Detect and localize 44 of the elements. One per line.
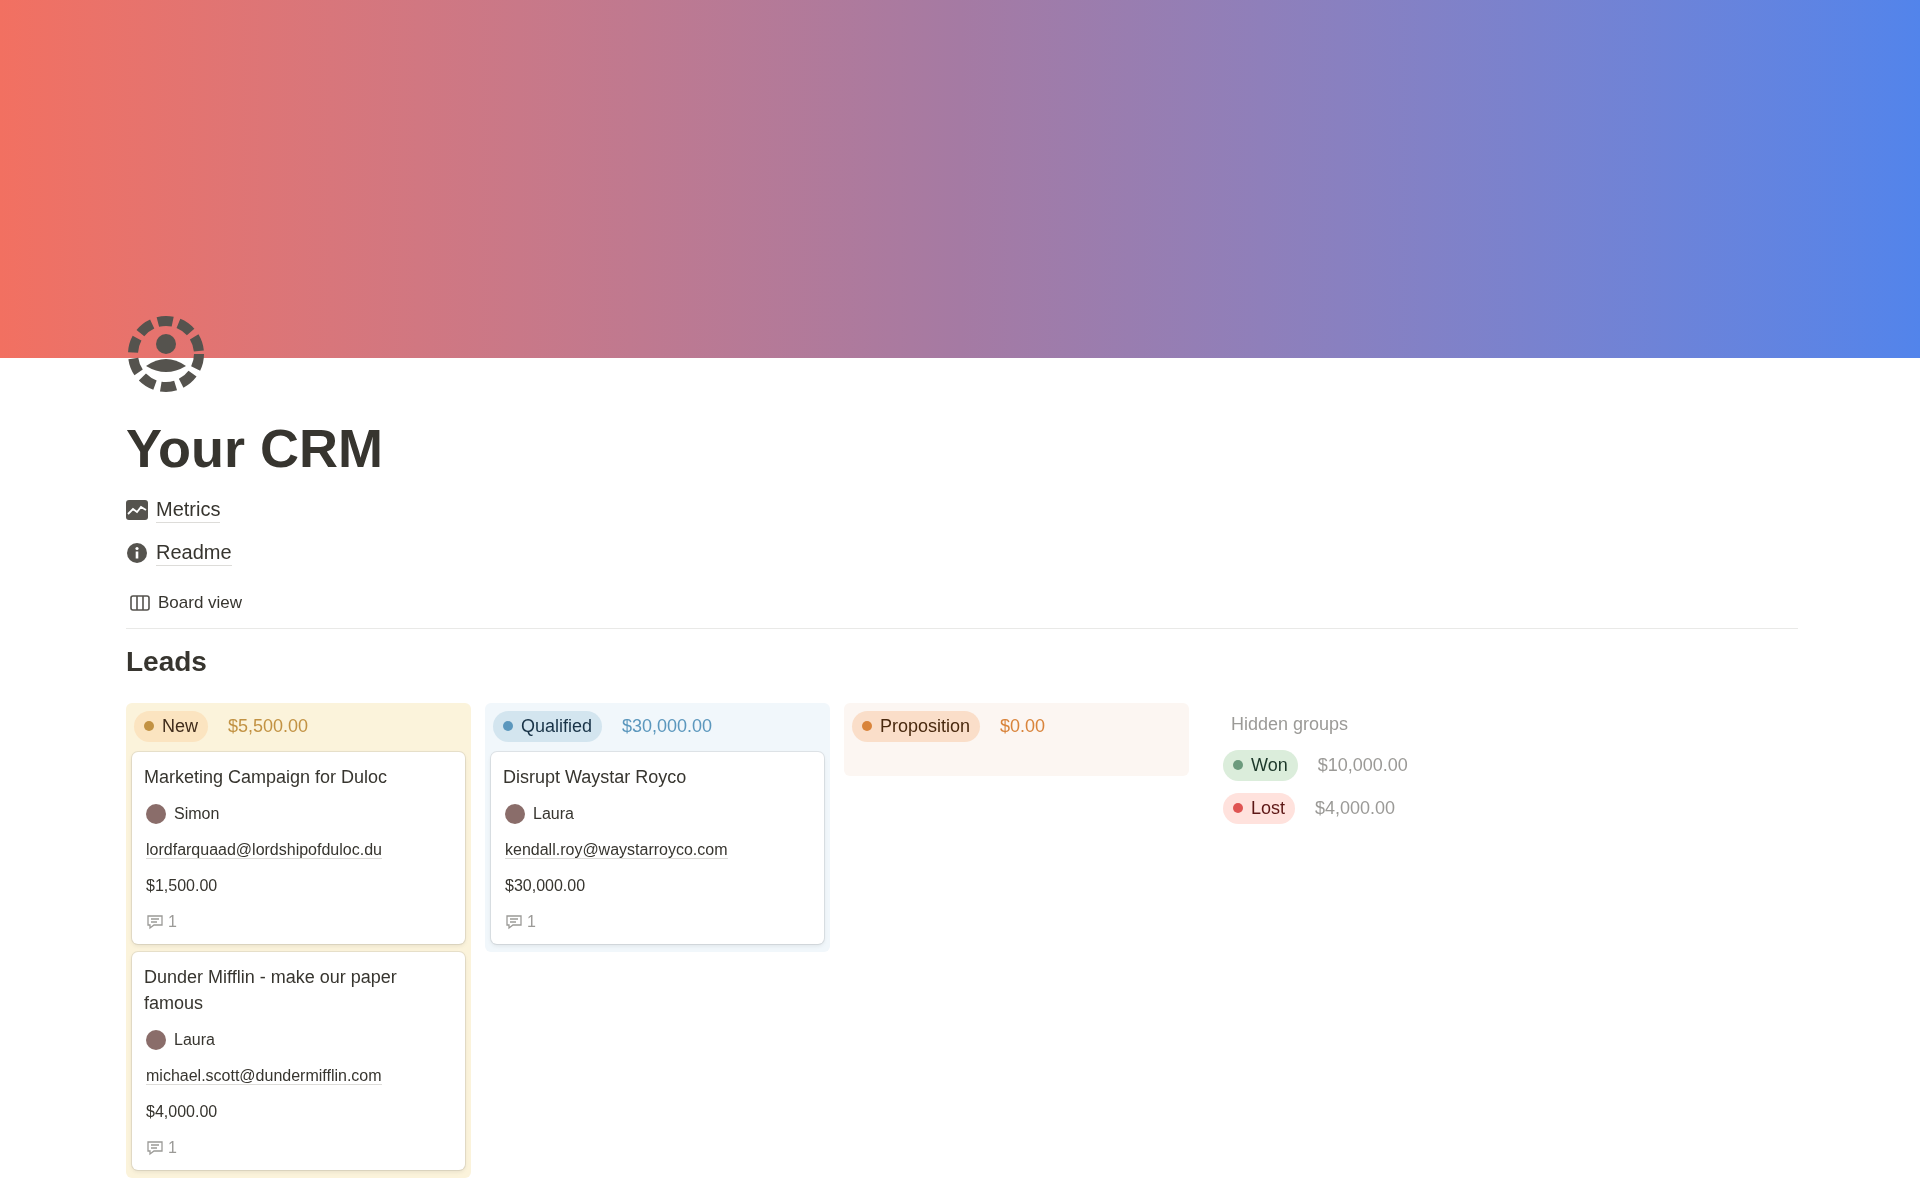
lead-card[interactable]: Dunder Mifflin - make our paper famous Laura michael.scott@dundermifflin.com $4,000.00 1 — [132, 951, 465, 1170]
card-title: Marketing Campaign for Duloc — [144, 765, 389, 789]
email-link[interactable]: lordfarquaad@lordshipofduloc.du — [146, 840, 382, 859]
amount: $4,000.00 — [145, 1101, 219, 1122]
comment-count: 1 — [527, 911, 536, 932]
status-tag: New — [134, 710, 208, 742]
page-link[interactable]: Metrics — [156, 496, 221, 523]
comment-icon — [505, 912, 523, 931]
avatar — [505, 803, 525, 824]
email-link[interactable]: kendall.roy@waystarroyco.com — [505, 840, 728, 859]
avatar — [146, 1029, 166, 1050]
card-title: Disrupt Waystar Royco — [503, 765, 688, 789]
columns-icon — [130, 593, 150, 612]
status-tag: Proposition — [852, 710, 981, 742]
group-total: $4,000.00 — [1315, 796, 1396, 820]
user-circle-icon — [126, 314, 206, 394]
view-tab[interactable]: Board view — [126, 590, 247, 616]
column-total: $0.00 — [1000, 714, 1046, 738]
card-title: Dunder Mifflin - make our paper famous — [144, 965, 398, 1015]
info-icon — [126, 541, 148, 564]
page-title: Your CRM — [126, 417, 384, 480]
email-link[interactable]: michael.scott@dundermifflin.com — [146, 1066, 382, 1085]
group-total: $10,000.00 — [1317, 753, 1408, 777]
comment-icon — [146, 912, 164, 931]
owner-name: Laura — [533, 803, 574, 824]
hidden-groups-title: Hidden groups — [1230, 712, 1350, 736]
chart-icon — [126, 499, 148, 520]
comment-icon — [146, 1138, 164, 1157]
database-title: Leads — [126, 644, 208, 679]
owner-name: Laura — [174, 1029, 215, 1050]
amount: $30,000.00 — [504, 875, 587, 896]
status-tag: Won — [1223, 749, 1298, 781]
owner-name: Simon — [174, 803, 220, 824]
status-tag: Qualified — [493, 710, 603, 742]
lead-card[interactable]: Disrupt Waystar Royco Laura kendall.roy@waystarroyco.com $30,000.00 1 — [491, 751, 824, 944]
status-tag: Lost — [1223, 792, 1296, 824]
column-total: $5,500.00 — [228, 714, 309, 738]
comment-count: 1 — [168, 1137, 177, 1158]
amount: $1,500.00 — [145, 875, 219, 896]
comment-count: 1 — [168, 911, 177, 932]
column-total: $30,000.00 — [622, 714, 713, 738]
lead-card[interactable]: Marketing Campaign for Duloc Simon lordfarquaad@lordshipofduloc.du $1,500.00 1 — [132, 751, 465, 944]
page-link[interactable]: Readme — [156, 539, 232, 566]
avatar — [146, 803, 166, 824]
